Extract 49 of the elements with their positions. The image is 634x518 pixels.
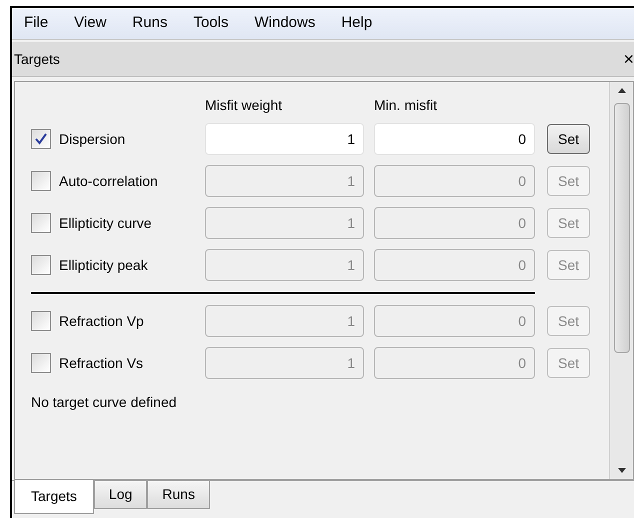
weight-field[interactable]: 1 (205, 347, 364, 379)
set-button[interactable]: Set (547, 306, 590, 336)
weight-field[interactable]: 1 (205, 305, 364, 337)
scroll-up-icon[interactable] (618, 88, 626, 93)
column-header: Min. misfit (374, 96, 437, 114)
column-header: Misfit weight (205, 96, 284, 115)
set-button[interactable]: Set (547, 208, 590, 238)
min-misfit-field[interactable]: 0 (374, 207, 535, 239)
set-button[interactable]: Set (547, 124, 590, 154)
scroll-down-icon[interactable] (618, 468, 626, 473)
menu-item[interactable]: File (24, 12, 48, 35)
min-misfit-field[interactable]: 0 (374, 347, 535, 379)
scrollbar[interactable] (609, 82, 633, 479)
close-button[interactable]: × (623, 50, 634, 68)
checkbox[interactable] (31, 213, 51, 233)
tab[interactable]: Runs (147, 481, 210, 509)
set-button[interactable]: Set (547, 166, 590, 196)
target-label: Auto-correlation (59, 172, 158, 190)
check-icon (35, 133, 47, 145)
panel-title: Targets (14, 50, 60, 69)
min-misfit-field[interactable]: 0 (374, 165, 535, 197)
weight-field[interactable]: 1 (205, 249, 364, 281)
checkbox[interactable] (31, 255, 51, 275)
scroll-thumb[interactable] (614, 103, 630, 353)
menu-item[interactable]: Windows (254, 12, 316, 35)
weight-field[interactable]: 1 (205, 207, 364, 239)
tab[interactable]: Log (94, 481, 148, 509)
min-misfit-field[interactable]: 0 (374, 123, 535, 155)
target-label: Ellipticity curve (59, 214, 152, 233)
target-label: Ellipticity peak (59, 256, 148, 275)
menu-item[interactable]: Help (341, 12, 372, 35)
menu-item[interactable]: View (74, 12, 106, 35)
target-label: Refraction Vs (59, 354, 144, 372)
menu-item[interactable]: Tools (193, 12, 228, 35)
target-label: Dispersion (59, 130, 126, 149)
tab[interactable]: Targets (14, 480, 94, 514)
checkbox[interactable] (31, 353, 51, 373)
checkbox[interactable] (31, 171, 51, 191)
checkbox[interactable] (31, 129, 51, 149)
weight-field[interactable]: 1 (205, 123, 364, 155)
checkbox[interactable] (31, 311, 51, 331)
min-misfit-field[interactable]: 0 (374, 305, 535, 337)
set-button[interactable]: Set (547, 348, 590, 378)
target-label: Refraction Vp (59, 312, 144, 331)
set-button[interactable]: Set (547, 250, 590, 280)
status-text: No target curve defined (31, 393, 178, 412)
menu-item[interactable]: Runs (132, 12, 168, 35)
min-misfit-field[interactable]: 0 (374, 249, 535, 281)
weight-field[interactable]: 1 (205, 165, 364, 197)
